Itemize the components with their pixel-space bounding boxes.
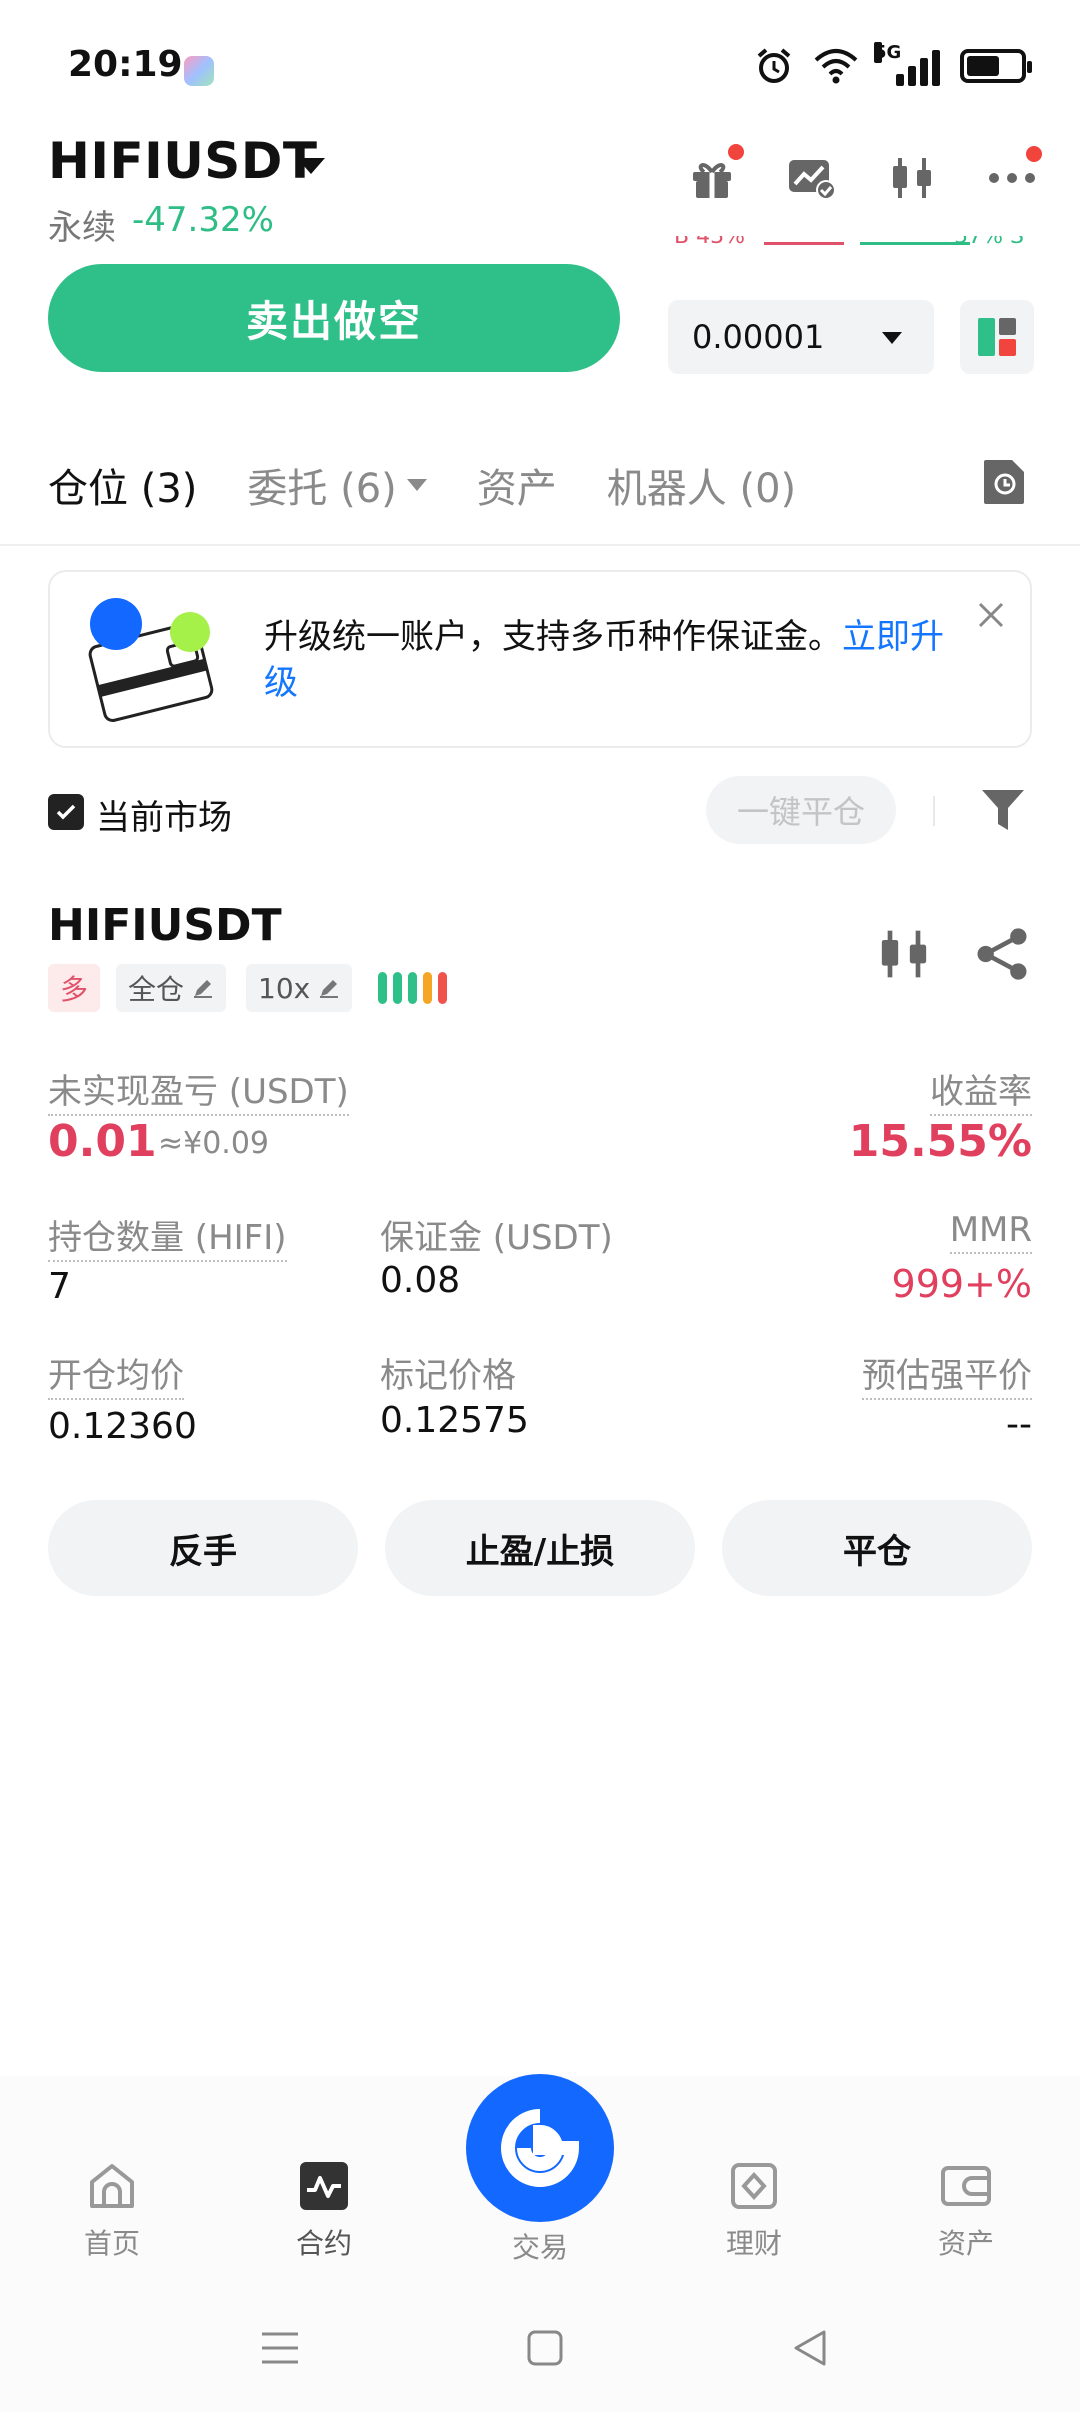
tab-orders[interactable]: 委托 (6): [247, 456, 427, 514]
tab-bots[interactable]: 机器人 (0): [607, 456, 796, 514]
liquidation-price-value: --: [1006, 1404, 1032, 1445]
buy-ratio: B 43%: [674, 236, 745, 249]
price-precision-value: 0.00001: [692, 318, 825, 356]
mark-label-wrap: 标记价格: [380, 1348, 516, 1397]
margin-value[interactable]: 0.08: [380, 1260, 460, 1301]
wifi-icon: [814, 49, 858, 84]
chevron-down-icon: [406, 479, 427, 491]
divider: [933, 796, 935, 826]
position-size-value: 7: [48, 1266, 71, 1307]
status-icons: 5G: [754, 42, 1032, 86]
checkmark-icon: [56, 804, 76, 820]
entry-price-value: 0.12360: [48, 1406, 197, 1447]
margin-mode-badge[interactable]: 全仓: [116, 964, 227, 1012]
position-size-label[interactable]: 持仓数量 (HIFI): [48, 1218, 287, 1262]
share-icon[interactable]: [974, 926, 1030, 982]
unified-account-banner[interactable]: 升级统一账户，支持多币种作保证金。立即升级: [48, 570, 1032, 748]
unrealized-pnl-label-wrap: 未实现盈亏 (USDT): [48, 1064, 349, 1116]
gift-notification-dot: [728, 144, 744, 160]
orderbook-layout-button[interactable]: [960, 300, 1034, 374]
mmr-label[interactable]: MMR: [949, 1210, 1032, 1254]
header-actions: [684, 144, 1042, 206]
pnl-analysis-icon[interactable]: [784, 150, 840, 206]
unrealized-pnl-value: 0.01: [48, 1116, 157, 1167]
nav-home[interactable]: 首页: [42, 2160, 182, 2262]
nav-trade-button[interactable]: [466, 2074, 614, 2222]
nav-earn[interactable]: 理财: [684, 2160, 824, 2262]
banner-message: 升级统一账户，支持多币种作保证金。立即升级: [264, 614, 954, 706]
wallet-illustration-icon: [88, 598, 214, 722]
tab-assets[interactable]: 资产: [477, 456, 557, 514]
nav-futures[interactable]: 合约: [254, 2160, 394, 2262]
wallet-icon: [941, 2166, 991, 2206]
candlestick-chart-icon[interactable]: [876, 926, 932, 982]
liquidation-price-label[interactable]: 预估强平价: [862, 1356, 1032, 1400]
margin-label-wrap: 保证金 (USDT): [380, 1210, 613, 1259]
menu-icon[interactable]: [260, 2328, 300, 2368]
tabs-divider: [0, 544, 1080, 546]
roe-label-wrap: 收益率: [930, 1064, 1032, 1116]
alarm-icon: [757, 48, 791, 83]
close-all-button[interactable]: 一键平仓: [706, 776, 896, 844]
leverage-badge[interactable]: 10x: [246, 964, 353, 1012]
cellular-signal-icon: 5G: [874, 42, 940, 86]
earn-icon: [731, 2163, 777, 2209]
banner-text: 升级统一账户，支持多币种作保证金。: [264, 617, 842, 657]
futures-icon: [300, 2162, 348, 2210]
position-symbol[interactable]: HIFIUSDT: [48, 900, 282, 951]
current-market-checkbox[interactable]: [48, 794, 84, 830]
contract-type: 永续: [48, 208, 116, 248]
close-icon[interactable]: [976, 600, 1006, 630]
more-icon[interactable]: [984, 146, 1042, 206]
reverse-position-button[interactable]: 反手: [48, 1500, 358, 1596]
sell-ratio: 57% S: [954, 236, 1024, 249]
nav-assets[interactable]: 资产: [896, 2160, 1036, 2262]
edit-icon: [194, 980, 213, 998]
price-change: -47.32%: [132, 200, 274, 240]
home-icon: [90, 2164, 134, 2208]
status-time: 20:19: [68, 44, 183, 85]
home-square-icon[interactable]: [525, 2328, 565, 2368]
order-book-ratio-strip: B 43% 57% S: [664, 236, 1034, 258]
tab-positions[interactable]: 仓位 (3): [48, 456, 197, 514]
roe-value: 15.55%: [848, 1116, 1032, 1167]
nav-trade-label[interactable]: 交易: [466, 2226, 614, 2266]
buy-ratio-bar: [764, 242, 844, 245]
orderbook-layout-icon: [978, 318, 1016, 356]
battery-icon: [960, 49, 1032, 83]
entry-price-label[interactable]: 开仓均价: [48, 1356, 184, 1400]
chevron-down-icon: [882, 332, 902, 344]
size-label-wrap: 持仓数量 (HIFI): [48, 1210, 287, 1262]
unrealized-pnl-label[interactable]: 未实现盈亏 (USDT): [48, 1072, 349, 1116]
price-precision-select[interactable]: 0.00001: [668, 300, 934, 374]
candlestick-chart-icon[interactable]: [884, 150, 940, 206]
unrealized-pnl-cny: ≈¥0.09: [158, 1126, 270, 1161]
history-icon[interactable]: [982, 456, 1028, 506]
tp-sl-button[interactable]: 止盈/止损: [385, 1500, 695, 1596]
filter-icon[interactable]: [980, 786, 1026, 834]
mmr-value: 999+%: [891, 1262, 1032, 1306]
pair-title[interactable]: HIFIUSDT: [48, 132, 317, 190]
trade-logo-icon: [501, 2109, 580, 2187]
notification-app-icon: [184, 56, 214, 86]
close-position-button[interactable]: 平仓: [722, 1500, 1032, 1596]
risk-level-indicator: [378, 972, 447, 1004]
mark-price-label: 标记价格: [380, 1356, 516, 1396]
back-icon[interactable]: [790, 2328, 830, 2368]
side-badge: 多: [48, 964, 101, 1012]
liq-label-wrap: 预估强平价: [862, 1348, 1032, 1400]
sell-short-button[interactable]: 卖出做空: [48, 264, 620, 372]
pair-dropdown-caret-icon[interactable]: [297, 158, 325, 174]
entry-label-wrap: 开仓均价: [48, 1348, 184, 1400]
mmr-label-wrap: MMR: [949, 1210, 1032, 1254]
mark-price-value: 0.12575: [380, 1400, 529, 1441]
gift-icon[interactable]: [684, 144, 744, 206]
position-tabs: 仓位 (3) 委托 (6) 资产 机器人 (0): [48, 456, 796, 514]
roe-label[interactable]: 收益率: [930, 1072, 1032, 1116]
more-notification-dot: [1026, 146, 1042, 162]
current-market-label[interactable]: 当前市场: [96, 790, 232, 839]
edit-icon: [320, 980, 339, 998]
margin-label: 保证金 (USDT): [380, 1218, 613, 1258]
